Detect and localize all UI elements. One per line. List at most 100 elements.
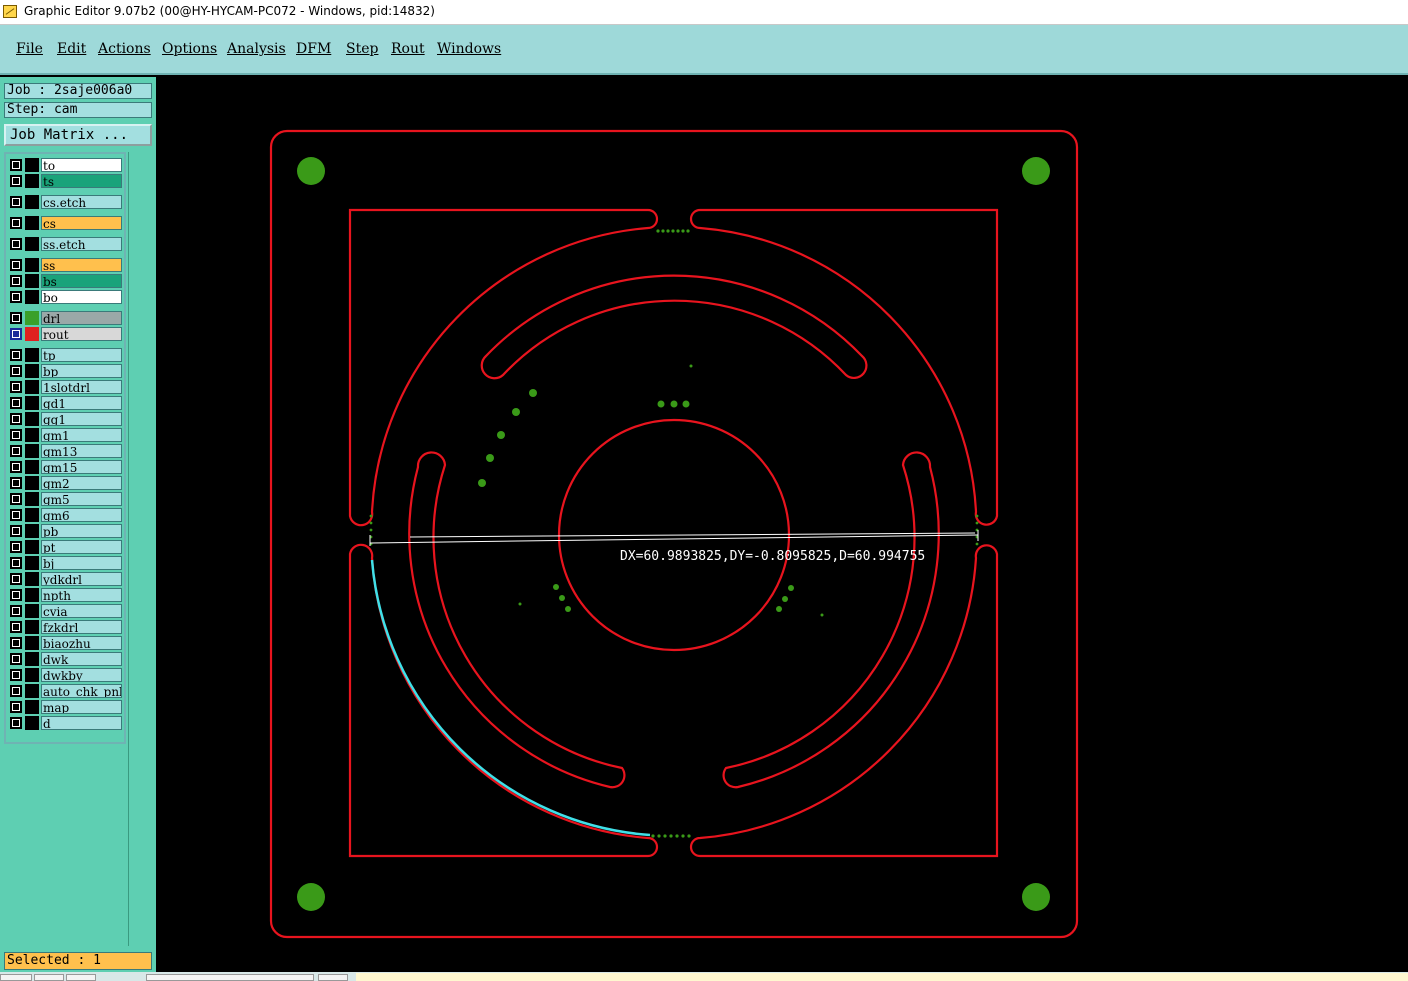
layer-color-swatch[interactable] [25, 668, 39, 682]
layer-color-swatch[interactable] [25, 364, 39, 378]
layer-row-pt[interactable]: pt [10, 540, 124, 554]
layer-color-swatch[interactable] [25, 348, 39, 362]
layer-name[interactable]: d [41, 716, 122, 730]
layer-name[interactable]: ss.etch [41, 237, 122, 251]
layer-name[interactable]: dwk [41, 652, 122, 666]
layer-checkbox[interactable] [10, 381, 22, 393]
layer-checkbox[interactable] [10, 445, 22, 457]
layer-name[interactable]: cvia [41, 604, 122, 618]
layer-row-rout[interactable]: rout [10, 327, 124, 341]
layer-color-swatch[interactable] [25, 311, 39, 325]
layer-checkbox[interactable] [10, 557, 22, 569]
layer-color-swatch[interactable] [25, 460, 39, 474]
strip-segment[interactable] [66, 974, 96, 981]
layer-checkbox[interactable] [10, 685, 22, 697]
layer-row-gm1[interactable]: gm1 [10, 428, 124, 442]
layer-row-gm2[interactable]: gm2 [10, 476, 124, 490]
layer-name[interactable]: auto_chk_pnl [41, 684, 122, 698]
layer-name[interactable]: bo [41, 290, 122, 304]
layer-checkbox[interactable] [10, 291, 22, 303]
layer-row-fzkdrl[interactable]: fzkdrl [10, 620, 124, 634]
layer-color-swatch[interactable] [25, 258, 39, 272]
layer-name[interactable]: map [41, 700, 122, 714]
layer-checkbox[interactable] [10, 196, 22, 208]
layer-color-swatch[interactable] [25, 396, 39, 410]
layer-name[interactable]: pb [41, 524, 122, 538]
layer-checkbox[interactable] [10, 621, 22, 633]
layer-checkbox[interactable] [10, 413, 22, 425]
layer-row-to[interactable]: to [10, 158, 124, 172]
layer-color-swatch[interactable] [25, 636, 39, 650]
layer-name[interactable]: npth [41, 588, 122, 602]
menu-options[interactable]: Options [162, 41, 217, 57]
menu-edit[interactable]: Edit [57, 41, 86, 57]
layer-checkbox[interactable] [10, 509, 22, 521]
layer-row-bj[interactable]: bj [10, 556, 124, 570]
layer-name[interactable]: cs [41, 216, 122, 230]
layer-color-swatch[interactable] [25, 556, 39, 570]
layer-row-gm15[interactable]: gm15 [10, 460, 124, 474]
layer-row-bo[interactable]: bo [10, 290, 124, 304]
layer-row-dwkby[interactable]: dwkby [10, 668, 124, 682]
layer-name[interactable]: to [41, 158, 122, 172]
layer-color-swatch[interactable] [25, 274, 39, 288]
layer-checkbox[interactable] [10, 477, 22, 489]
layer-checkbox[interactable] [10, 525, 22, 537]
layer-row-d[interactable]: d [10, 716, 124, 730]
layer-color-swatch[interactable] [25, 716, 39, 730]
layer-name[interactable]: pt [41, 540, 122, 554]
layer-name[interactable]: gm1 [41, 428, 122, 442]
layer-checkbox[interactable] [10, 573, 22, 585]
layer-row-1slotdrl[interactable]: 1slotdrl [10, 380, 124, 394]
layer-checkbox[interactable] [10, 701, 22, 713]
layer-name[interactable]: gm5 [41, 492, 122, 506]
layer-color-swatch[interactable] [25, 524, 39, 538]
layer-color-swatch[interactable] [25, 700, 39, 714]
layer-color-swatch[interactable] [25, 327, 39, 341]
layer-row-ss-etch[interactable]: ss.etch [10, 237, 124, 251]
layer-row-tp[interactable]: tp [10, 348, 124, 362]
layer-checkbox[interactable] [10, 461, 22, 473]
layer-color-swatch[interactable] [25, 444, 39, 458]
strip-input[interactable] [146, 974, 314, 981]
layer-row-gd1[interactable]: gd1 [10, 396, 124, 410]
menu-windows[interactable]: Windows [437, 41, 501, 57]
layer-row-ts[interactable]: ts [10, 174, 124, 188]
layer-checkbox[interactable] [10, 605, 22, 617]
layer-checkbox[interactable] [10, 217, 22, 229]
layer-checkbox[interactable] [10, 259, 22, 271]
layer-name[interactable]: biaozhu [41, 636, 122, 650]
menu-rout[interactable]: Rout [391, 41, 425, 57]
menu-dfm[interactable]: DFM [296, 41, 331, 57]
layer-color-swatch[interactable] [25, 237, 39, 251]
layer-row-gg1[interactable]: gg1 [10, 412, 124, 426]
layer-name[interactable]: cs.etch [41, 195, 122, 209]
layer-color-swatch[interactable] [25, 195, 39, 209]
layer-row-ydkdrl[interactable]: ydkdrl [10, 572, 124, 586]
layer-row-cs-etch[interactable]: cs.etch [10, 195, 124, 209]
layer-row-bp[interactable]: bp [10, 364, 124, 378]
layer-checkbox[interactable] [10, 275, 22, 287]
layer-name[interactable]: ss [41, 258, 122, 272]
strip-segment[interactable] [34, 974, 64, 981]
layer-name[interactable]: 1slotdrl [41, 380, 122, 394]
layer-row-gm13[interactable]: gm13 [10, 444, 124, 458]
layer-name[interactable]: gm6 [41, 508, 122, 522]
layer-name[interactable]: gd1 [41, 396, 122, 410]
layer-row-cvia[interactable]: cvia [10, 604, 124, 618]
layer-checkbox[interactable] [10, 238, 22, 250]
layer-color-swatch[interactable] [25, 620, 39, 634]
menu-file[interactable]: File [16, 41, 43, 57]
menu-actions[interactable]: Actions [98, 41, 151, 57]
layer-color-swatch[interactable] [25, 604, 39, 618]
layer-row-cs[interactable]: cs [10, 216, 124, 230]
layer-name[interactable]: dwkby [41, 668, 122, 682]
layer-color-swatch[interactable] [25, 508, 39, 522]
strip-segment[interactable] [318, 974, 348, 981]
layer-row-ss[interactable]: ss [10, 258, 124, 272]
layer-color-swatch[interactable] [25, 174, 39, 188]
layer-row-drl[interactable]: drl [10, 311, 124, 325]
layer-name[interactable]: ts [41, 174, 122, 188]
layer-name[interactable]: gm15 [41, 460, 122, 474]
layer-checkbox[interactable] [10, 717, 22, 729]
